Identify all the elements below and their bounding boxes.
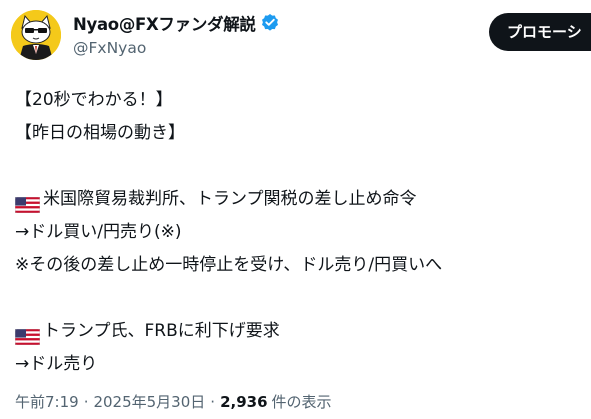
- tweet-time[interactable]: 午前7:19: [15, 391, 79, 412]
- tweet-line: ※その後の差し止め一時停止を受け、ドル売り/円買いへ: [15, 255, 443, 275]
- tweet-line: →ドル売り: [15, 354, 98, 374]
- tweet-line: →ドル買い/円売り(※): [15, 222, 182, 242]
- meta-separator: ·: [83, 392, 89, 411]
- meta-separator: ·: [210, 392, 216, 411]
- views-count[interactable]: 2,936: [220, 393, 267, 411]
- handle[interactable]: @FxNyao: [73, 39, 146, 57]
- tweet-line-text: 米国際貿易裁判所、トランプ関税の差し止め命令: [43, 189, 417, 209]
- views-label[interactable]: 件の表示: [272, 391, 332, 412]
- avatar[interactable]: [11, 10, 61, 60]
- tweet-line-text: トランプ氏、FRBに利下げ要求: [43, 321, 280, 341]
- us-flag-icon: [14, 324, 41, 345]
- tweet-header: Nyao@FXファンダ解説 @FxNyao プロモーシ: [0, 0, 591, 70]
- tweet-date[interactable]: 2025年5月30日: [93, 391, 205, 412]
- tweet-text: 【20秒でわかる！】 【昨日の相場の動き】 米国際貿易裁判所、トランプ関税の差し…: [14, 84, 585, 381]
- tweet-line-with-flag: トランプ氏、FRBに利下げ要求: [14, 315, 585, 348]
- tweet-line: 【20秒でわかる！】: [15, 90, 173, 110]
- cat-avatar-icon: [11, 10, 61, 60]
- tweet-line: 【昨日の相場の動き】: [15, 123, 185, 143]
- promote-button[interactable]: プロモーシ: [489, 13, 591, 51]
- name-row: Nyao@FXファンダ解説: [73, 11, 280, 35]
- tweet-meta: 午前7:19 · 2025年5月30日 · 2,936 件の表示: [15, 391, 332, 412]
- us-flag-icon: [14, 192, 41, 213]
- verified-badge-icon[interactable]: [260, 13, 280, 33]
- display-name[interactable]: Nyao@FXファンダ解説: [73, 11, 256, 35]
- tweet-line-with-flag: 米国際貿易裁判所、トランプ関税の差し止め命令: [14, 183, 585, 216]
